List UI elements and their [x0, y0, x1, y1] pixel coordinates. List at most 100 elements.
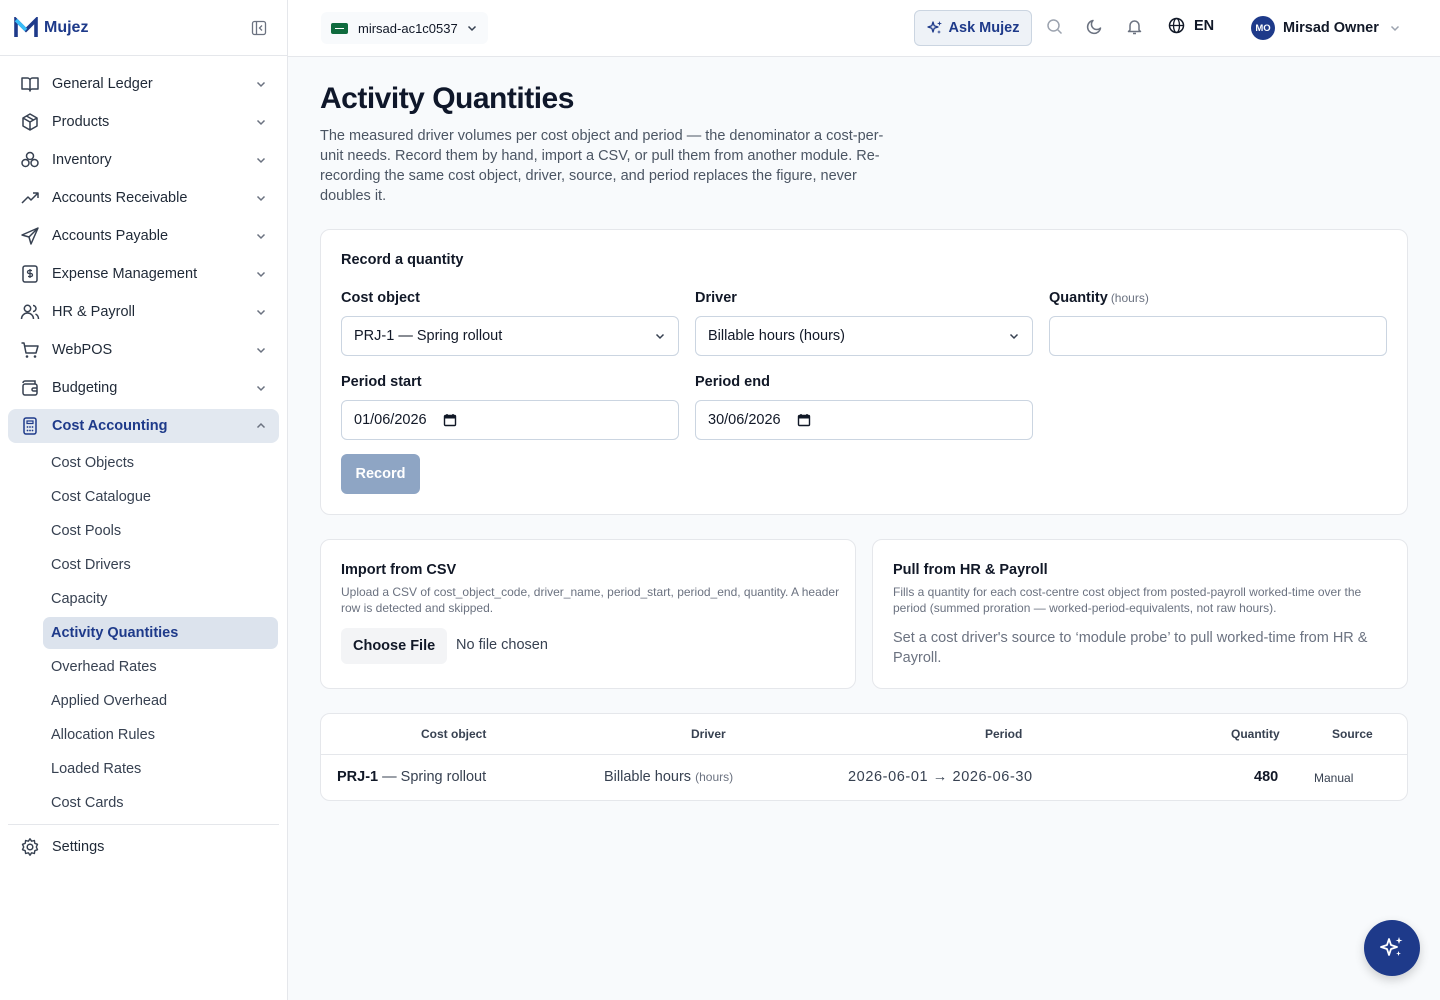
sidebar-item-cost-accounting[interactable]: Cost Accounting — [8, 409, 279, 443]
sidebar-subitem-activity-quantities[interactable]: Activity Quantities — [43, 617, 278, 649]
boxes-icon — [20, 150, 40, 170]
import-csv-card: Import from CSV Upload a CSV of cost_obj… — [320, 539, 856, 689]
sidebar-subitem-applied-overhead[interactable]: Applied Overhead — [43, 685, 278, 717]
quantities-table: Cost object Driver Period Quantity Sourc… — [320, 713, 1408, 801]
sidebar-item-label: Accounts Payable — [52, 228, 169, 244]
driver-name: Billable hours — [604, 769, 692, 785]
tenant-switcher[interactable]: mirsad-ac1c0537 — [321, 12, 488, 44]
mujez-logo-icon — [14, 16, 38, 39]
period-end-value: 30/06/2026 — [708, 412, 781, 428]
language-switcher[interactable]: EN — [1168, 17, 1214, 34]
calendar-icon[interactable] — [443, 413, 457, 427]
period-end-field: Period end 30/06/2026 — [695, 374, 1033, 440]
moon-icon[interactable] — [1086, 18, 1103, 35]
chevron-down-icon — [255, 230, 267, 242]
sidebar-item-settings[interactable]: Settings — [8, 830, 279, 864]
quantity-input[interactable] — [1049, 316, 1387, 356]
sidebar-item-hr-payroll[interactable]: HR & Payroll — [8, 295, 279, 329]
ask-mujez-button[interactable]: Ask Mujez — [914, 10, 1032, 46]
chevron-down-icon — [654, 330, 666, 342]
sidebar-subitem-loaded-rates[interactable]: Loaded Rates — [43, 753, 278, 785]
period-start-value: 01/06/2026 — [354, 412, 427, 428]
sidebar-divider — [8, 824, 279, 825]
user-menu[interactable]: MO Mirsad Owner — [1251, 16, 1401, 40]
record-quantity-card: Record a quantity Cost object PRJ-1 — Sp… — [320, 229, 1408, 515]
brand-name: Mujez — [44, 18, 89, 36]
sparkles-icon — [1379, 935, 1405, 961]
page-description: The measured driver volumes per cost obj… — [320, 128, 884, 204]
sidebar-item-expense-management[interactable]: Expense Management — [8, 257, 279, 291]
sidebar-item-label: Products — [52, 114, 110, 130]
search-icon[interactable] — [1046, 18, 1063, 35]
saudi-flag-icon — [331, 22, 348, 34]
csv-note: Upload a CSV of cost_object_code, driver… — [341, 585, 840, 615]
sidebar-item-general-ledger[interactable]: General Ledger — [8, 67, 279, 101]
sidebar-item-inventory[interactable]: Inventory — [8, 143, 279, 177]
sidebar-item-label: Expense Management — [52, 266, 198, 282]
sidebar-subitem-cost-pools[interactable]: Cost Pools — [43, 515, 278, 547]
table-header: Cost object Driver Period Quantity Sourc… — [321, 714, 1407, 755]
sidebar-item-webpos[interactable]: WebPOS — [8, 333, 279, 367]
sidebar-subitem-cost-cards[interactable]: Cost Cards — [43, 787, 278, 819]
globe-icon — [1168, 17, 1194, 34]
record-card-title: Record a quantity — [341, 252, 464, 268]
main-content: Activity Quantities The measured driver … — [320, 57, 1408, 801]
hr-instruction: Set a cost driver's source to ‘module pr… — [893, 630, 1368, 666]
chevron-down-icon — [466, 22, 478, 34]
brand-header: Mujez — [0, 0, 287, 56]
table-row[interactable]: PRJ-1 — Spring rollout Billable hours (h… — [321, 755, 1407, 800]
sidebar-item-budgeting[interactable]: Budgeting — [8, 371, 279, 405]
sidebar-collapse-icon[interactable] — [251, 20, 267, 36]
sidebar-item-accounts-payable[interactable]: Accounts Payable — [8, 219, 279, 253]
sidebar-subitem-cost-drivers[interactable]: Cost Drivers — [43, 549, 278, 581]
sidebar: Mujez General Ledger Products Inventory … — [0, 0, 288, 1000]
package-icon — [20, 112, 40, 132]
cost-object-value: PRJ-1 — Spring rollout — [354, 328, 503, 344]
sidebar-subitem-capacity[interactable]: Capacity — [43, 583, 278, 615]
sidebar-item-label: General Ledger — [52, 76, 153, 92]
sidebar-item-label: Budgeting — [52, 380, 118, 396]
period-end-input[interactable]: 30/06/2026 — [695, 400, 1033, 440]
sidebar-subitem-cost-objects[interactable]: Cost Objects — [43, 447, 278, 479]
hr-card-title: Pull from HR & Payroll — [893, 562, 1048, 578]
column-header-driver: Driver — [691, 727, 726, 741]
quantity-unit: (hours) — [1110, 291, 1149, 305]
record-button[interactable]: Record — [341, 454, 420, 494]
page-title: Activity Quantities — [320, 82, 574, 115]
driver-value: Billable hours (hours) — [708, 328, 846, 344]
quantity-label: Quantity (hours) — [1049, 290, 1149, 306]
tenant-name: mirsad-ac1c0537 — [358, 20, 458, 36]
choose-file-button[interactable]: Choose File — [341, 628, 448, 664]
trending-up-icon — [20, 188, 40, 208]
period-start-input[interactable]: 01/06/2026 — [341, 400, 679, 440]
driver-select[interactable]: Billable hours (hours) — [695, 316, 1033, 356]
sidebar-item-accounts-receivable[interactable]: Accounts Receivable — [8, 181, 279, 215]
sidebar-subitem-cost-catalogue[interactable]: Cost Catalogue — [43, 481, 278, 513]
calendar-icon[interactable] — [797, 413, 811, 427]
sidebar-item-label: Settings — [52, 839, 105, 855]
chevron-down-icon — [255, 116, 267, 128]
chevron-down-icon — [1008, 330, 1020, 342]
driver-field: Driver Billable hours (hours) — [695, 290, 1033, 356]
quantity-cell: 480 — [1254, 769, 1279, 785]
book-open-icon — [20, 74, 40, 94]
calculator-icon — [20, 416, 40, 436]
driver-cell: Billable hours (hours) — [604, 769, 733, 785]
sidebar-subitem-allocation-rules[interactable]: Allocation Rules — [43, 719, 278, 751]
quantity-field: Quantity (hours) — [1049, 290, 1387, 356]
column-header-quantity: Quantity — [1231, 727, 1280, 741]
chevron-down-icon — [255, 78, 267, 90]
chevron-down-icon — [255, 154, 267, 166]
sidebar-item-products[interactable]: Products — [8, 105, 279, 139]
column-header-cost-object: Cost object — [421, 727, 487, 741]
assistant-fab-button[interactable] — [1364, 920, 1420, 976]
cost-accounting-submenu: Cost Objects Cost Catalogue Cost Pools C… — [43, 447, 278, 819]
sidebar-item-label: Accounts Receivable — [52, 190, 188, 206]
bell-icon[interactable] — [1126, 18, 1143, 35]
cart-icon — [20, 340, 40, 360]
driver-label: Driver — [695, 290, 737, 306]
gear-icon — [20, 837, 40, 857]
sidebar-subitem-overhead-rates[interactable]: Overhead Rates — [43, 651, 278, 683]
sidebar-item-label: HR & Payroll — [52, 304, 135, 320]
cost-object-select[interactable]: PRJ-1 — Spring rollout — [341, 316, 679, 356]
